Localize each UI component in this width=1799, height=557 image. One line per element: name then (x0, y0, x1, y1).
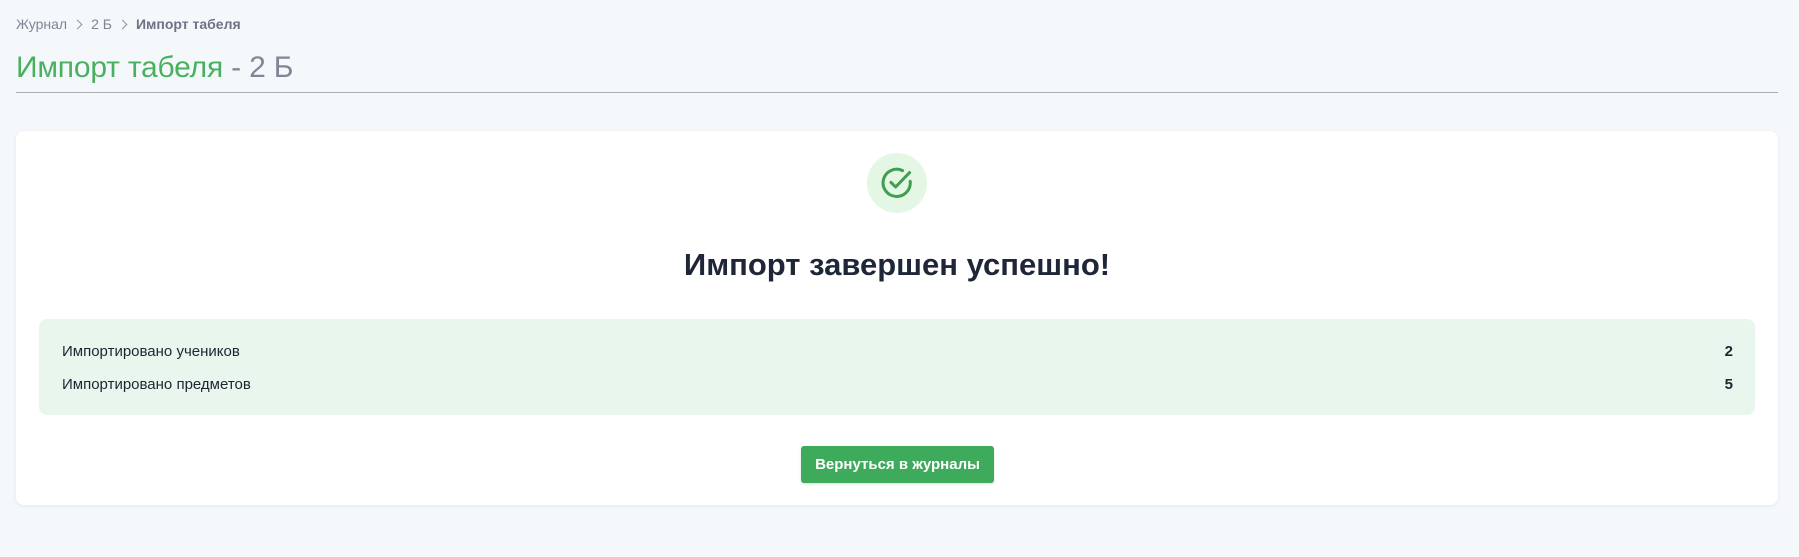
page-title-separator: - (231, 51, 241, 84)
stat-label: Импортировано предметов (62, 376, 251, 393)
stat-row-subjects: Импортировано предметов 5 (62, 375, 1733, 395)
success-badge (867, 153, 927, 213)
page-title-main: Импорт табеля (16, 51, 223, 84)
title-divider (16, 92, 1778, 93)
import-result-card: Импорт завершен успешно! Импортировано у… (16, 131, 1778, 505)
import-stats-panel: Импортировано учеников 2 Импортировано п… (39, 319, 1755, 415)
check-circle-icon (881, 167, 912, 198)
breadcrumb-item-current: Импорт табеля (135, 16, 241, 32)
page-title: Импорт табеля - 2 Б (16, 48, 293, 88)
stat-value: 2 (1724, 343, 1733, 360)
breadcrumb-item-journal[interactable]: Журнал (16, 16, 67, 32)
stat-label: Импортировано учеников (62, 343, 240, 360)
breadcrumb: Журнал 2 Б Импорт табеля (16, 15, 241, 33)
stat-row-students: Импортировано учеников 2 (62, 342, 1733, 362)
chevron-right-icon (117, 19, 128, 29)
back-to-journals-button[interactable]: Вернуться в журналы (801, 446, 994, 483)
success-heading: Импорт завершен успешно! (683, 247, 1111, 282)
chevron-right-icon (72, 19, 83, 29)
page-title-class: 2 Б (249, 51, 294, 84)
breadcrumb-item-class[interactable]: 2 Б (91, 16, 112, 32)
stat-value: 5 (1724, 376, 1733, 393)
